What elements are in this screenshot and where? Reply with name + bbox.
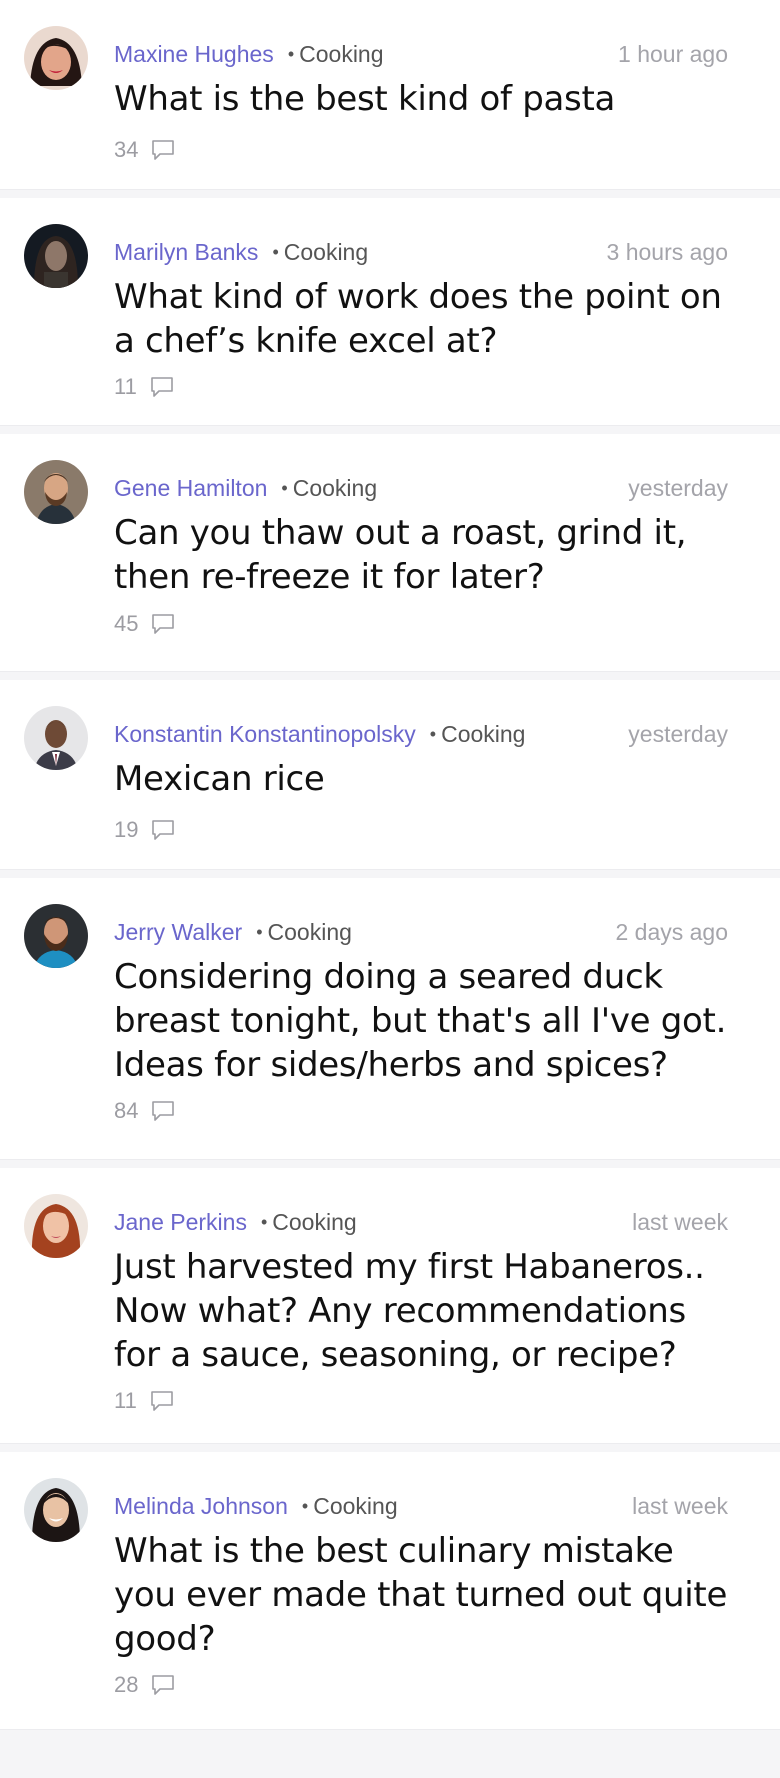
speech-bubble-icon	[150, 137, 176, 163]
separator-dot: •	[260, 1211, 268, 1232]
separator-dot: •	[301, 1495, 309, 1516]
speech-bubble-icon	[150, 817, 176, 843]
post-card[interactable]: Jerry Walker • Cooking 2 days ago Consid…	[0, 878, 780, 1160]
timestamp: 1 hour ago	[618, 40, 728, 67]
avatar[interactable]	[24, 1478, 88, 1542]
category-label[interactable]: Cooking	[284, 239, 368, 266]
post-card[interactable]: Jane Perkins • Cooking last week Just ha…	[0, 1168, 780, 1444]
timestamp: last week	[632, 1208, 728, 1235]
timestamp: yesterday	[628, 720, 728, 747]
separator-dot: •	[287, 43, 295, 64]
comment-count: 34	[114, 137, 139, 162]
separator-dot: •	[272, 241, 279, 262]
comment-link[interactable]: 11	[114, 374, 175, 400]
avatar[interactable]	[24, 1194, 88, 1258]
post-card[interactable]: Melinda Johnson • Cooking last week What…	[0, 1452, 780, 1730]
author-name[interactable]: Konstantin Konstantinopolsky	[114, 721, 416, 748]
speech-bubble-icon	[150, 1672, 176, 1698]
post-meta: Konstantin Konstantinopolsky • Cooking y…	[114, 720, 728, 748]
post-title[interactable]: Just harvested my first Habaneros.. Now …	[114, 1245, 740, 1377]
separator-dot: •	[281, 477, 288, 498]
avatar[interactable]	[24, 904, 88, 968]
separator-dot: •	[256, 921, 263, 942]
post-card[interactable]: Marilyn Banks • Cooking 3 hours ago What…	[0, 198, 780, 426]
comment-count: 28	[114, 1672, 139, 1697]
comment-link[interactable]: 34	[114, 137, 176, 163]
avatar[interactable]	[24, 224, 88, 288]
avatar[interactable]	[24, 460, 88, 524]
category-label[interactable]: Cooking	[268, 919, 352, 946]
post-feed: Maxine Hughes • Cooking 1 hour ago What …	[0, 0, 780, 1730]
post-title[interactable]: Mexican rice	[114, 757, 740, 801]
post-card[interactable]: Gene Hamilton • Cooking yesterday Can yo…	[0, 434, 780, 672]
author-name[interactable]: Melinda Johnson	[114, 1493, 288, 1520]
comment-link[interactable]: 45	[114, 611, 176, 637]
post-card[interactable]: Konstantin Konstantinopolsky • Cooking y…	[0, 680, 780, 870]
author-name[interactable]: Jane Perkins	[114, 1209, 247, 1236]
speech-bubble-icon	[150, 611, 176, 637]
speech-bubble-icon	[150, 1098, 176, 1124]
post-title[interactable]: What is the best culinary mistake you ev…	[114, 1529, 740, 1661]
category-label[interactable]: Cooking	[441, 721, 525, 748]
category-label[interactable]: Cooking	[313, 1493, 397, 1520]
author-name[interactable]: Maxine Hughes	[114, 41, 274, 68]
category-label[interactable]: Cooking	[272, 1209, 356, 1236]
post-meta: Jane Perkins • Cooking last week	[114, 1208, 728, 1236]
comment-count: 45	[114, 611, 139, 636]
category-label[interactable]: Cooking	[293, 475, 377, 502]
timestamp: 3 hours ago	[606, 238, 728, 265]
comment-link[interactable]: 11	[114, 1388, 175, 1414]
post-title[interactable]: Can you thaw out a roast, grind it, then…	[114, 511, 740, 599]
timestamp: yesterday	[628, 474, 728, 501]
post-title[interactable]: Considering doing a seared duck breast t…	[114, 955, 740, 1087]
category-label[interactable]: Cooking	[299, 41, 383, 68]
comment-count: 11	[114, 374, 137, 399]
author-name[interactable]: Marilyn Banks	[114, 239, 258, 266]
speech-bubble-icon	[149, 1388, 175, 1414]
post-card[interactable]: Maxine Hughes • Cooking 1 hour ago What …	[0, 0, 780, 190]
post-meta: Melinda Johnson • Cooking last week	[114, 1492, 728, 1520]
avatar[interactable]	[24, 26, 88, 90]
post-meta: Marilyn Banks • Cooking 3 hours ago	[114, 238, 728, 266]
speech-bubble-icon	[149, 374, 175, 400]
comment-count: 11	[114, 1388, 137, 1413]
post-meta: Gene Hamilton • Cooking yesterday	[114, 474, 728, 502]
comment-link[interactable]: 19	[114, 817, 176, 843]
comment-count: 19	[114, 817, 139, 842]
author-name[interactable]: Jerry Walker	[114, 919, 242, 946]
post-title[interactable]: What kind of work does the point on a ch…	[114, 275, 740, 363]
author-name[interactable]: Gene Hamilton	[114, 475, 267, 502]
comment-link[interactable]: 28	[114, 1672, 176, 1698]
timestamp: last week	[632, 1492, 728, 1519]
avatar[interactable]	[24, 706, 88, 770]
post-meta: Maxine Hughes • Cooking 1 hour ago	[114, 40, 728, 68]
comment-link[interactable]: 84	[114, 1098, 176, 1124]
post-title[interactable]: What is the best kind of pasta	[114, 77, 740, 121]
comment-count: 84	[114, 1098, 139, 1123]
post-meta: Jerry Walker • Cooking 2 days ago	[114, 918, 728, 946]
separator-dot: •	[429, 723, 437, 744]
timestamp: 2 days ago	[615, 918, 728, 945]
